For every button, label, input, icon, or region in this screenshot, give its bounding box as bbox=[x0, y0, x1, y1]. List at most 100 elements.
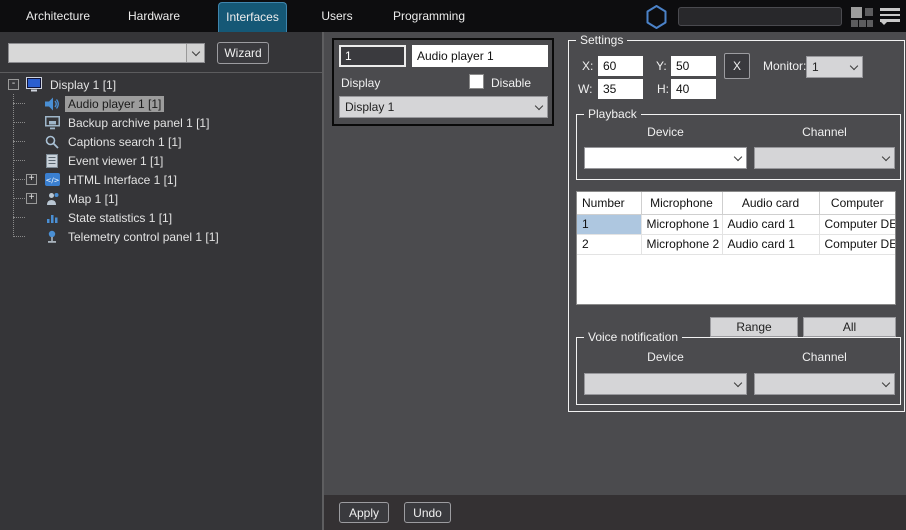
object-identity-box: Display Disable Display 1 bbox=[332, 38, 554, 126]
object-name-field[interactable] bbox=[412, 45, 548, 67]
display-icon bbox=[25, 77, 43, 92]
expand-icon[interactable]: + bbox=[26, 174, 37, 185]
monitor-select-value: 1 bbox=[812, 60, 851, 74]
disable-label: Disable bbox=[491, 76, 531, 90]
tree-item-state-statistics[interactable]: State statistics 1 [1] bbox=[26, 208, 320, 227]
y-label: Y: bbox=[656, 59, 667, 73]
audio-player-icon bbox=[43, 97, 61, 111]
footer-bar: Apply Undo bbox=[324, 495, 906, 530]
tree-item-event-viewer[interactable]: Event viewer 1 [1] bbox=[26, 151, 320, 170]
table-row[interactable]: 2 Microphone 2 Audio card 1 Computer DES… bbox=[577, 234, 895, 254]
chevron-down-icon[interactable] bbox=[186, 44, 204, 62]
y-field[interactable] bbox=[671, 56, 716, 76]
voice-notification-legend: Voice notification bbox=[584, 330, 682, 344]
apply-button[interactable]: Apply bbox=[339, 502, 389, 523]
layouts-grid-icon[interactable] bbox=[851, 7, 873, 27]
x-label: X: bbox=[582, 59, 593, 73]
objects-tree-panel: Wizard - Display 1 [1] bbox=[0, 32, 322, 530]
html-interface-icon: </> bbox=[43, 173, 61, 186]
x-field[interactable] bbox=[598, 56, 643, 76]
disable-checkbox[interactable] bbox=[469, 74, 484, 89]
monitor-select[interactable]: 1 bbox=[806, 56, 863, 78]
hexagon-logo-icon bbox=[644, 4, 669, 33]
microphones-table[interactable]: Number Microphone Audio card Computer 1 … bbox=[576, 191, 896, 305]
tree-item-label: Backup archive panel 1 [1] bbox=[65, 115, 212, 131]
cell-audio-card[interactable]: Audio card 1 bbox=[722, 234, 819, 254]
tab-programming[interactable]: Programming bbox=[384, 0, 474, 32]
preset-combobox[interactable] bbox=[8, 43, 205, 63]
display-label: Display bbox=[341, 76, 380, 90]
state-statistics-icon bbox=[43, 212, 61, 224]
captions-search-icon bbox=[43, 135, 61, 149]
undo-button[interactable]: Undo bbox=[404, 502, 451, 523]
voice-channel-label: Channel bbox=[754, 350, 895, 364]
cell-number[interactable]: 1 bbox=[577, 214, 641, 234]
playback-device-select[interactable] bbox=[584, 147, 747, 169]
tree-item-backup-archive-panel[interactable]: Backup archive panel 1 [1] bbox=[26, 113, 320, 132]
object-id-field[interactable] bbox=[339, 45, 406, 67]
col-computer[interactable]: Computer bbox=[819, 192, 895, 214]
wizard-button[interactable]: Wizard bbox=[217, 42, 269, 64]
tab-hardware[interactable]: Hardware bbox=[106, 0, 202, 32]
chevron-down-icon bbox=[734, 152, 742, 160]
tree-item-label: Display 1 [1] bbox=[47, 77, 119, 93]
voice-notification-group: Voice notification Device Channel bbox=[576, 337, 901, 405]
monitor-label: Monitor: bbox=[763, 59, 806, 73]
h-label: H: bbox=[657, 82, 669, 96]
tree-item-label: State statistics 1 [1] bbox=[65, 210, 175, 226]
col-microphone[interactable]: Microphone bbox=[641, 192, 722, 214]
h-field[interactable] bbox=[671, 79, 716, 99]
expand-icon[interactable]: + bbox=[26, 193, 37, 204]
cell-audio-card[interactable]: Audio card 1 bbox=[722, 214, 819, 234]
tree-item-map[interactable]: + Map 1 [1] bbox=[26, 189, 320, 208]
collapse-icon[interactable]: - bbox=[8, 79, 19, 90]
voice-channel-select[interactable] bbox=[754, 373, 895, 395]
cell-computer[interactable]: Computer DES.. bbox=[819, 214, 895, 234]
w-label: W: bbox=[578, 82, 592, 96]
tree-item-label: Map 1 [1] bbox=[65, 191, 121, 207]
cell-microphone[interactable]: Microphone 1 bbox=[641, 214, 722, 234]
tree-item-telemetry-control-panel[interactable]: Telemetry control panel 1 [1] bbox=[26, 227, 320, 246]
tree-item-captions-search[interactable]: Captions search 1 [1] bbox=[26, 132, 320, 151]
voice-device-label: Device bbox=[584, 350, 747, 364]
event-viewer-icon bbox=[43, 154, 61, 168]
all-button[interactable]: All bbox=[803, 317, 896, 337]
cell-microphone[interactable]: Microphone 2 bbox=[641, 234, 722, 254]
chevron-down-icon bbox=[882, 378, 890, 386]
col-number[interactable]: Number bbox=[577, 192, 641, 214]
tab-interfaces[interactable]: Interfaces bbox=[218, 2, 287, 32]
tree-panel-header: Wizard bbox=[0, 32, 322, 73]
range-button[interactable]: Range bbox=[710, 317, 798, 337]
tree-item-label: Captions search 1 [1] bbox=[65, 134, 184, 150]
playback-channel-select[interactable] bbox=[754, 147, 895, 169]
tree-children: Audio player 1 [1] Backup archive panel … bbox=[4, 94, 320, 246]
tree-item-audio-player[interactable]: Audio player 1 [1] bbox=[26, 94, 320, 113]
table-row[interactable]: 1 Microphone 1 Audio card 1 Computer DES… bbox=[577, 214, 895, 234]
cell-computer[interactable]: Computer DES.. bbox=[819, 234, 895, 254]
chevron-down-icon bbox=[535, 101, 543, 109]
tree-item-display[interactable]: - Display 1 [1] bbox=[8, 75, 320, 94]
map-icon bbox=[43, 192, 61, 206]
w-field[interactable] bbox=[598, 79, 643, 99]
playback-device-label: Device bbox=[584, 125, 747, 139]
tree-item-label: Audio player 1 [1] bbox=[65, 96, 164, 112]
tree-item-label: Event viewer 1 [1] bbox=[65, 153, 166, 169]
objects-tree: - Display 1 [1] bbox=[4, 75, 320, 246]
tab-architecture[interactable]: Architecture bbox=[10, 0, 106, 32]
settings-legend: Settings bbox=[576, 33, 627, 47]
display-select[interactable]: Display 1 bbox=[339, 96, 548, 118]
cell-number[interactable]: 2 bbox=[577, 234, 641, 254]
tab-users[interactable]: Users bbox=[300, 0, 374, 32]
display-select-value: Display 1 bbox=[345, 100, 536, 114]
search-input[interactable] bbox=[678, 7, 842, 26]
tree-item-label: Telemetry control panel 1 [1] bbox=[65, 229, 222, 245]
col-audio-card[interactable]: Audio card bbox=[722, 192, 819, 214]
object-settings-panel: Display Disable Display 1 Settings X: Y:… bbox=[322, 32, 906, 530]
top-nav-bar: Architecture Hardware Interfaces Users P… bbox=[0, 0, 906, 32]
tree-item-html-interface[interactable]: + </> HTML Interface 1 [1] bbox=[26, 170, 320, 189]
playback-channel-label: Channel bbox=[754, 125, 895, 139]
telemetry-control-icon bbox=[43, 230, 61, 244]
clear-coordinates-button[interactable]: X bbox=[724, 53, 750, 79]
hamburger-menu-icon[interactable] bbox=[880, 8, 900, 26]
voice-device-select[interactable] bbox=[584, 373, 747, 395]
